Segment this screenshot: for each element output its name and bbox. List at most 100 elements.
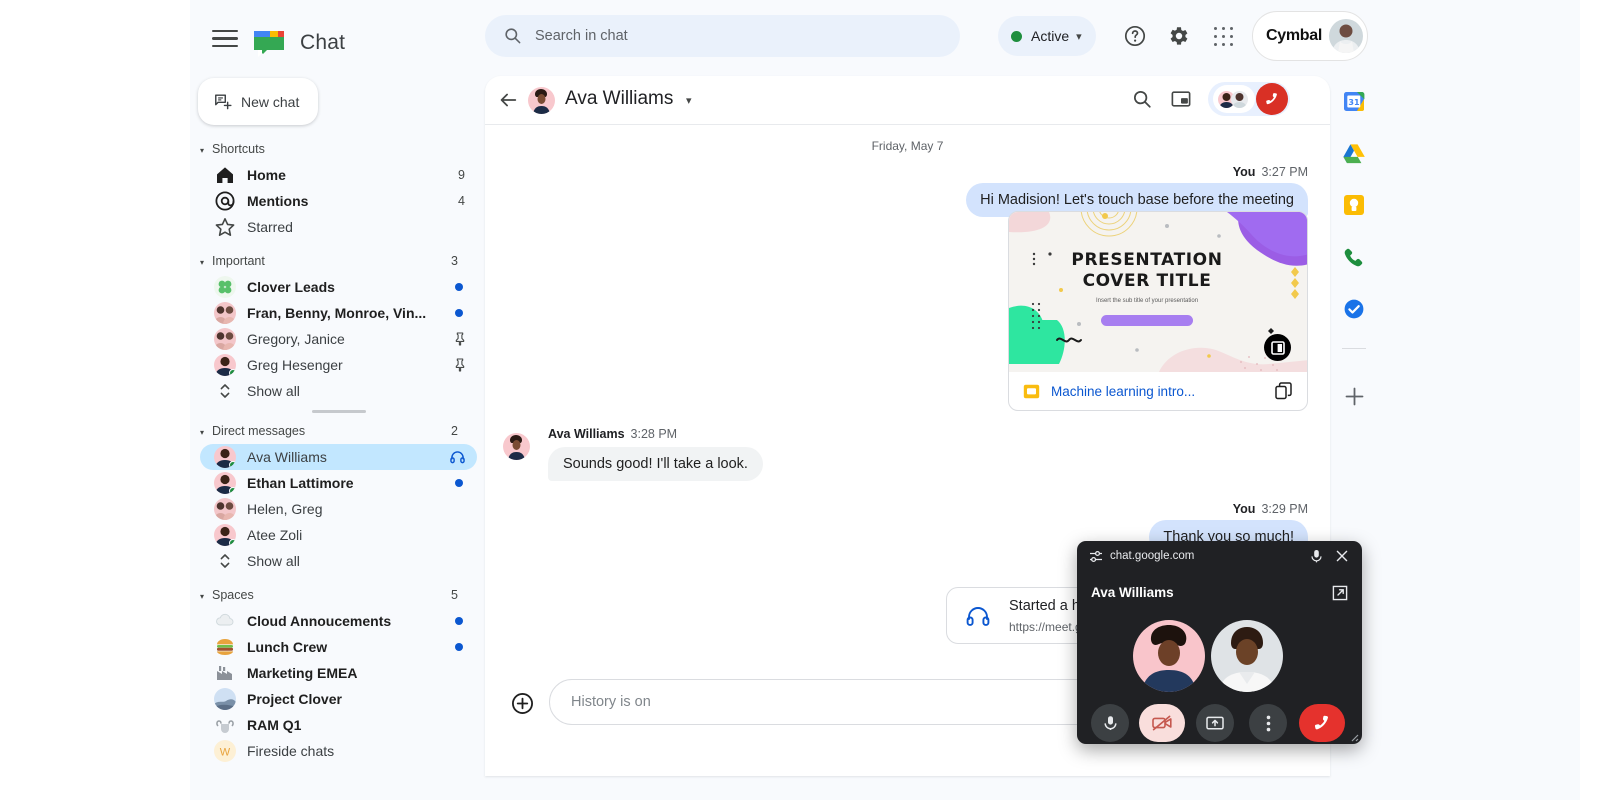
section-title: Direct messages (212, 424, 306, 438)
account-brand: Cymbal (1266, 27, 1322, 44)
microphone-icon[interactable] (1310, 549, 1323, 563)
sidebar-item-show-all[interactable]: Show all (200, 378, 477, 404)
plus-circle-icon[interactable] (511, 692, 534, 715)
gear-icon[interactable] (1167, 24, 1191, 48)
resize-handle[interactable] (312, 410, 366, 413)
new-chat-button[interactable]: New chat (198, 78, 318, 125)
avatar (528, 87, 555, 114)
slides-attachment-card[interactable]: PRESENTATION COVER TITLE Insert the sub … (1008, 211, 1308, 411)
hangup-button[interactable] (1299, 704, 1345, 742)
account-chip[interactable]: Cymbal (1252, 11, 1368, 61)
navigation-list[interactable]: ▾ Shortcuts Home 9 Mentions 4 Starred ▾ Importan… (190, 136, 485, 800)
tasks-icon[interactable] (1343, 298, 1365, 320)
sidebar-item-marketing-emea[interactable]: Marketing EMEA (200, 660, 477, 686)
sidebar-item-helen-greg[interactable]: Helen, Greg (200, 496, 477, 522)
unread-dot (455, 479, 463, 487)
sidebar-item-show-all[interactable]: Show all (200, 548, 477, 574)
status-chip[interactable]: Active ▾ (998, 16, 1096, 56)
sidebar-item-label: Starred (247, 219, 293, 235)
apps-grid-icon[interactable] (1212, 24, 1236, 48)
present-screen-icon (1206, 716, 1224, 730)
section-header-important[interactable]: ▾ Important 3 (190, 248, 485, 274)
sidebar-item-label: Home (247, 167, 286, 183)
drive-icon[interactable] (1343, 142, 1365, 164)
calendar-icon[interactable]: 31 (1343, 90, 1365, 112)
open-in-new-icon[interactable] (1332, 585, 1348, 601)
app-title: Chat (300, 31, 346, 54)
chevron-down-icon: ▾ (200, 257, 205, 267)
sidebar-item-ava-williams[interactable]: Ava Williams (200, 444, 477, 470)
sidebar-item-fireside-chats[interactable]: W Fireside chats (200, 738, 477, 764)
chevron-down-icon: ▾ (200, 145, 205, 155)
sidebar-item-clover-leads[interactable]: Clover Leads (200, 274, 477, 300)
search-input[interactable]: Search in chat (485, 15, 960, 57)
voice-icon[interactable] (1343, 246, 1365, 268)
camera-off-icon (1152, 715, 1172, 731)
chevron-down-icon[interactable]: ▾ (686, 94, 692, 107)
meet-pip-window[interactable]: chat.google.com Ava Williams (1077, 541, 1362, 744)
sidebar-item-fran-benny-monroe-vin[interactable]: Fran, Benny, Monroe, Vin... (200, 300, 477, 326)
sidebar-item-gregory-janice[interactable]: Gregory, Janice (200, 326, 477, 352)
sidebar-item-label: Lunch Crew (247, 639, 328, 655)
compose-placeholder: History is on (571, 694, 651, 710)
page-title: Ava Williams (565, 88, 674, 109)
more-options-button[interactable] (1249, 704, 1287, 742)
slides-file-row[interactable]: Machine learning intro... (1009, 372, 1307, 410)
sidebar-item-ram-q1[interactable]: RAM Q1 (200, 712, 477, 738)
sidebar-item-starred[interactable]: Starred (200, 214, 477, 240)
message-meta: You 3:27 PM (1233, 165, 1308, 179)
sidebar-item-label: Atee Zoli (247, 527, 303, 543)
active-call-pill[interactable] (1208, 82, 1290, 116)
close-icon[interactable] (1335, 549, 1349, 563)
new-chat-label: New chat (241, 93, 300, 110)
sidebar-item-label: Show all (247, 383, 300, 399)
avatar (1329, 19, 1363, 53)
search-icon (505, 28, 521, 44)
present-button[interactable] (1196, 704, 1234, 742)
person-avatar (214, 472, 236, 494)
burger-emoji (214, 636, 236, 658)
add-app-icon[interactable] (1344, 386, 1365, 407)
star-icon (214, 216, 236, 238)
sidebar-item-cloud-annoucements[interactable]: Cloud Annoucements (200, 608, 477, 634)
search-icon[interactable] (1131, 88, 1153, 110)
left-navigation: New chat ▾ Shortcuts Home 9 Mentions 4 Starred… (190, 72, 485, 800)
section-header-direct-messages[interactable]: ▾ Direct messages 2 (190, 418, 485, 444)
keep-icon[interactable] (1343, 194, 1365, 216)
google-slides-icon (1023, 384, 1040, 398)
picture-in-picture-icon[interactable] (1170, 88, 1192, 110)
sidebar-item-project-clover[interactable]: Project Clover (200, 686, 477, 712)
sidebar-item-label: Ethan Lattimore (247, 475, 354, 491)
sidebar-item-label: Cloud Annoucements (247, 613, 392, 629)
sidebar-item-greg-hesenger[interactable]: Greg Hesenger (200, 352, 477, 378)
presence-dot (229, 369, 236, 376)
sidebar-item-mentions[interactable]: Mentions 4 (200, 188, 477, 214)
pin-icon (455, 332, 465, 346)
participant-tile[interactable] (1211, 620, 1283, 692)
end-call-button[interactable] (1256, 83, 1288, 115)
sidebar-item-atee-zoli[interactable]: Atee Zoli (200, 522, 477, 548)
sidebar-item-home[interactable]: Home 9 (200, 162, 477, 188)
message-bubble[interactable]: Sounds good! I'll take a look. (548, 447, 763, 481)
section-header-shortcuts[interactable]: ▾ Shortcuts (190, 136, 485, 162)
mic-button[interactable] (1091, 704, 1129, 742)
slides-badge-icon (1264, 334, 1291, 361)
site-settings-icon[interactable] (1089, 550, 1103, 563)
back-arrow-icon[interactable] (497, 89, 519, 111)
sidebar-item-ethan-lattimore[interactable]: Ethan Lattimore (200, 470, 477, 496)
camera-off-button[interactable] (1139, 704, 1185, 742)
participant-tile[interactable] (1133, 620, 1205, 692)
sidebar-item-label: Gregory, Janice (247, 331, 345, 347)
sidebar-item-lunch-crew[interactable]: Lunch Crew (200, 634, 477, 660)
section-header-spaces[interactable]: ▾ Spaces 5 (190, 582, 485, 608)
slide-subtitle: Insert the sub title of your presentatio… (1095, 298, 1199, 304)
hamburger-icon[interactable] (212, 30, 238, 48)
help-icon[interactable] (1123, 24, 1147, 48)
pin-icon (455, 358, 465, 372)
resize-handle[interactable] (1348, 731, 1359, 742)
status-dot (1011, 30, 1022, 42)
group-avatar (214, 498, 236, 520)
svg-text:31: 31 (1348, 98, 1360, 107)
avatar (503, 433, 530, 460)
copy-icon[interactable] (1275, 382, 1293, 400)
